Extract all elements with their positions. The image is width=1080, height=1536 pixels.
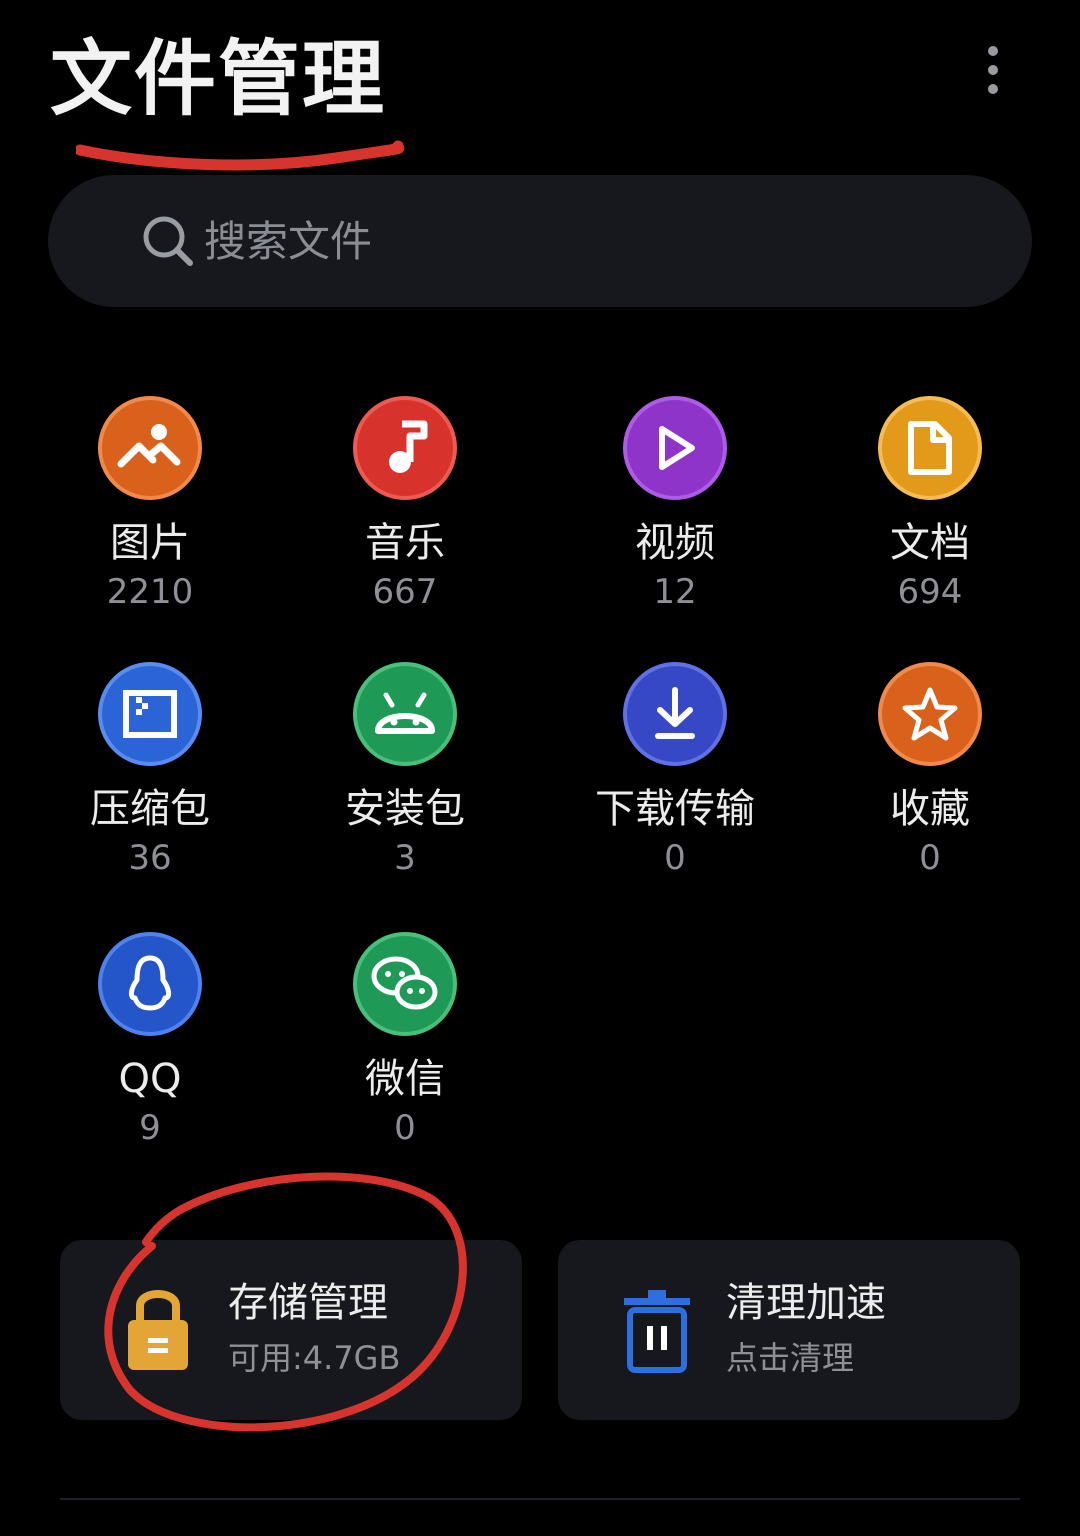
category-label: 文档 <box>890 520 970 566</box>
storage-available: 可用:4.7GB <box>228 1339 401 1377</box>
category-count: 12 <box>653 572 697 612</box>
music-icon <box>353 396 457 500</box>
lock-icon <box>128 1290 188 1370</box>
page-title: 文件管理 <box>50 32 387 127</box>
qq-icon <box>98 932 202 1036</box>
category-archives[interactable]: 压缩包 36 <box>30 662 270 878</box>
category-label: 微信 <box>365 1056 445 1102</box>
image-icon <box>98 396 202 500</box>
more-vertical-icon[interactable] <box>968 40 1018 100</box>
category-label: 音乐 <box>365 520 445 566</box>
clean-subtitle: 点击清理 <box>726 1339 855 1377</box>
category-count: 0 <box>394 1108 416 1148</box>
category-label: 图片 <box>110 520 190 566</box>
search-input[interactable] <box>202 215 906 267</box>
category-label: 视频 <box>635 520 715 566</box>
file-manager-screen: 文件管理 图片 2210 音乐 667 <box>0 0 1080 1536</box>
category-count: 667 <box>372 572 438 612</box>
download-icon <box>623 662 727 766</box>
category-favorites[interactable]: 收藏 0 <box>810 662 1050 878</box>
category-count: 36 <box>128 838 172 878</box>
category-documents[interactable]: 文档 694 <box>810 396 1050 612</box>
category-wechat[interactable]: 微信 0 <box>285 932 525 1148</box>
bottom-divider <box>60 1498 1020 1500</box>
category-count: 694 <box>897 572 963 612</box>
play-icon <box>623 396 727 500</box>
category-apk[interactable]: 安装包 3 <box>285 662 525 878</box>
storage-management-card[interactable]: 存储管理 可用:4.7GB <box>60 1240 522 1420</box>
category-label: 收藏 <box>890 786 970 832</box>
category-count: 0 <box>919 838 941 878</box>
clean-accelerate-card[interactable]: 清理加速 点击清理 <box>558 1240 1020 1420</box>
wechat-icon <box>353 932 457 1036</box>
category-label: QQ <box>118 1056 182 1102</box>
clean-title: 清理加速 <box>726 1280 886 1326</box>
category-count: 2210 <box>106 572 194 612</box>
category-label: 压缩包 <box>90 786 210 832</box>
category-images[interactable]: 图片 2210 <box>30 396 270 612</box>
document-icon <box>878 396 982 500</box>
storage-title: 存储管理 <box>228 1280 388 1326</box>
category-count: 0 <box>664 838 686 878</box>
category-music[interactable]: 音乐 667 <box>285 396 525 612</box>
search-bar[interactable] <box>48 175 1032 307</box>
search-icon <box>143 216 193 266</box>
trash-icon <box>624 1290 690 1373</box>
android-icon <box>353 662 457 766</box>
category-label: 下载传输 <box>595 786 755 832</box>
category-qq[interactable]: QQ 9 <box>30 932 270 1148</box>
category-count: 3 <box>394 838 416 878</box>
star-icon <box>878 662 982 766</box>
red-underline-annotation <box>76 140 405 171</box>
archive-icon <box>98 662 202 766</box>
category-videos[interactable]: 视频 12 <box>555 396 795 612</box>
category-count: 9 <box>139 1108 161 1148</box>
category-downloads[interactable]: 下载传输 0 <box>555 662 795 878</box>
category-label: 安装包 <box>345 786 465 832</box>
